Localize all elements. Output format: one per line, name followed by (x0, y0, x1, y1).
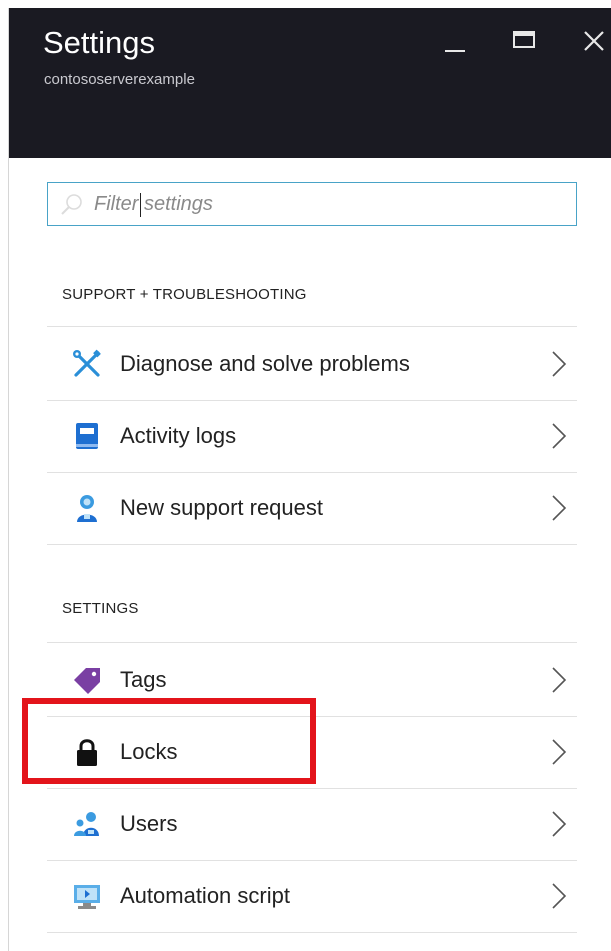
menu-item-tags[interactable]: Tags (47, 644, 577, 716)
wrench-screwdriver-icon (71, 348, 103, 380)
menu-item-activity-logs[interactable]: Activity logs (47, 400, 577, 472)
activity-log-icon (71, 420, 103, 452)
blade-subtitle: contososerverexample (44, 71, 195, 88)
chevron-right-icon (551, 350, 567, 383)
divider (47, 642, 577, 643)
close-icon[interactable] (575, 22, 611, 58)
users-icon (71, 808, 103, 840)
chevron-right-icon (551, 882, 567, 915)
search-icon (60, 193, 84, 222)
maximize-icon[interactable] (507, 22, 543, 58)
menu-item-label: Diagnose and solve problems (120, 351, 410, 376)
chevron-right-icon (551, 738, 567, 771)
menu-item-new-support-request[interactable]: New support request (47, 472, 577, 544)
chevron-right-icon (551, 666, 567, 699)
lock-icon (71, 736, 103, 768)
blade-header: Settings contososerverexample (9, 8, 611, 158)
divider (47, 326, 577, 327)
menu-item-label: Locks (120, 739, 178, 764)
chevron-right-icon (551, 422, 567, 455)
blade-title: Settings (43, 25, 156, 60)
menu-item-label: Activity logs (120, 423, 237, 448)
menu-item-locks[interactable]: Locks (47, 716, 577, 788)
menu-item-label: Tags (120, 667, 167, 692)
tag-icon (71, 664, 103, 696)
menu-item-label: Users (120, 811, 178, 836)
filter-settings-field[interactable] (47, 182, 577, 226)
section-header-settings: SETTINGS (62, 600, 139, 617)
support-person-icon (71, 492, 103, 524)
section-header-support: SUPPORT + TROUBLESHOOTING (62, 286, 307, 303)
minimize-icon[interactable] (437, 22, 473, 58)
divider (47, 544, 577, 545)
menu-item-automation-script[interactable]: Automation script (47, 860, 577, 932)
menu-item-users[interactable]: Users (47, 788, 577, 860)
divider (47, 932, 577, 933)
menu-item-label: Automation script (120, 883, 290, 908)
chevron-right-icon (551, 494, 567, 527)
menu-item-diagnose[interactable]: Diagnose and solve problems (47, 328, 577, 400)
settings-blade: Settings contososerverexample SUPPORT + … (8, 8, 611, 951)
chevron-right-icon (551, 810, 567, 843)
menu-item-label: New support request (120, 495, 323, 520)
filter-settings-input[interactable] (94, 189, 564, 219)
automation-script-icon (71, 880, 103, 912)
